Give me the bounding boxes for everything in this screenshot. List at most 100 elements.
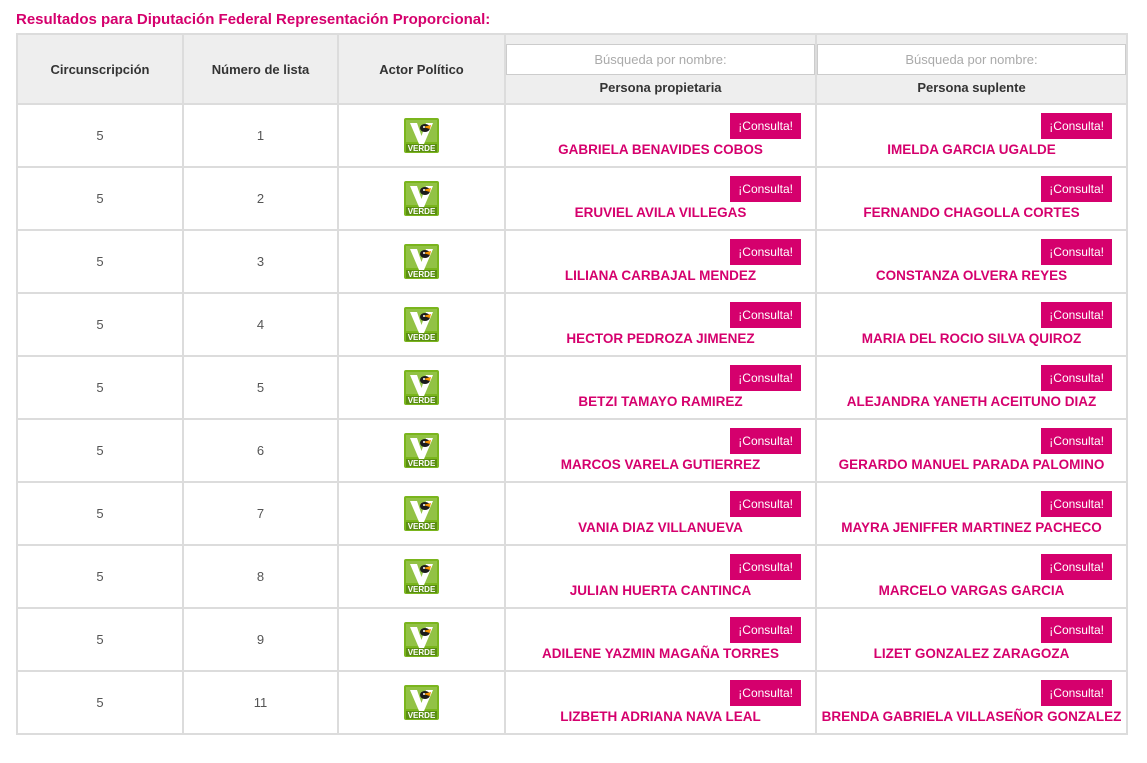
header-actor-politico[interactable]: Actor Político	[337, 33, 506, 105]
cell-circunscripcion: 5	[16, 418, 184, 483]
partido-verde-logo-icon: VERDE	[404, 622, 439, 657]
consulta-propietaria-button[interactable]: ¡Consulta!	[730, 302, 801, 328]
consulta-suplente-button[interactable]: ¡Consulta!	[1041, 428, 1112, 454]
search-suplente-input[interactable]	[817, 43, 1126, 75]
partido-verde-logo-icon: VERDE	[404, 496, 439, 531]
consulta-suplente-button[interactable]: ¡Consulta!	[1041, 302, 1112, 328]
cell-persona-propietaria: ¡Consulta! BETZI TAMAYO RAMIREZ	[504, 355, 817, 420]
consulta-propietaria-button[interactable]: ¡Consulta!	[730, 617, 801, 643]
search-propietaria-input[interactable]	[506, 43, 815, 75]
consulta-suplente-button[interactable]: ¡Consulta!	[1041, 554, 1112, 580]
cell-persona-propietaria: ¡Consulta! VANIA DIAZ VILLANUEVA	[504, 481, 817, 546]
persona-propietaria-name[interactable]: BETZI TAMAYO RAMIREZ	[506, 394, 815, 409]
cell-numero-lista: 9	[182, 607, 339, 672]
cell-persona-propietaria: ¡Consulta! GABRIELA BENAVIDES COBOS	[504, 103, 817, 168]
cell-persona-suplente: ¡Consulta! CONSTANZA OLVERA REYES	[815, 229, 1128, 294]
cell-persona-suplente: ¡Consulta! FERNANDO CHAGOLLA CORTES	[815, 166, 1128, 231]
partido-verde-logo-icon: VERDE	[404, 307, 439, 342]
header-persona-propietaria-label[interactable]: Persona propietaria	[506, 80, 815, 95]
persona-propietaria-name[interactable]: JULIAN HUERTA CANTINCA	[506, 583, 815, 598]
svg-text:VERDE: VERDE	[408, 522, 436, 531]
persona-propietaria-name[interactable]: LIZBETH ADRIANA NAVA LEAL	[506, 709, 815, 724]
header-persona-suplente-label[interactable]: Persona suplente	[817, 80, 1126, 95]
persona-suplente-name[interactable]: LIZET GONZALEZ ZARAGOZA	[817, 646, 1126, 661]
cell-circunscripcion: 5	[16, 670, 184, 735]
table-row: 5 4 VERDE ¡Consulta! HECTOR PEDROZA JIME…	[16, 292, 1128, 357]
persona-suplente-name[interactable]: MARCELO VARGAS GARCIA	[817, 583, 1126, 598]
persona-suplente-name[interactable]: GERARDO MANUEL PARADA PALOMINO	[817, 457, 1126, 472]
persona-propietaria-name[interactable]: HECTOR PEDROZA JIMENEZ	[506, 331, 815, 346]
cell-actor-politico: VERDE	[337, 670, 506, 735]
header-circunscripcion[interactable]: Circunscripción	[16, 33, 184, 105]
persona-suplente-name[interactable]: CONSTANZA OLVERA REYES	[817, 268, 1126, 283]
cell-persona-propietaria: ¡Consulta! ERUVIEL AVILA VILLEGAS	[504, 166, 817, 231]
svg-text:VERDE: VERDE	[408, 711, 436, 720]
consulta-propietaria-button[interactable]: ¡Consulta!	[730, 176, 801, 202]
consulta-propietaria-button[interactable]: ¡Consulta!	[730, 365, 801, 391]
cell-circunscripcion: 5	[16, 229, 184, 294]
partido-verde-logo-icon: VERDE	[404, 244, 439, 279]
cell-persona-propietaria: ¡Consulta! JULIAN HUERTA CANTINCA	[504, 544, 817, 609]
persona-suplente-name[interactable]: MARIA DEL ROCIO SILVA QUIROZ	[817, 331, 1126, 346]
consulta-suplente-button[interactable]: ¡Consulta!	[1041, 176, 1112, 202]
consulta-propietaria-button[interactable]: ¡Consulta!	[730, 239, 801, 265]
partido-verde-logo-icon: VERDE	[404, 433, 439, 468]
persona-suplente-name[interactable]: ALEJANDRA YANETH ACEITUNO DIAZ	[817, 394, 1126, 409]
table-row: 5 3 VERDE ¡Consulta! LILIANA CARBAJAL ME…	[16, 229, 1128, 294]
cell-persona-propietaria: ¡Consulta! MARCOS VARELA GUTIERREZ	[504, 418, 817, 483]
persona-propietaria-name[interactable]: ERUVIEL AVILA VILLEGAS	[506, 205, 815, 220]
cell-numero-lista: 3	[182, 229, 339, 294]
cell-actor-politico: VERDE	[337, 292, 506, 357]
cell-actor-politico: VERDE	[337, 481, 506, 546]
cell-actor-politico: VERDE	[337, 103, 506, 168]
partido-verde-logo-icon: VERDE	[404, 181, 439, 216]
cell-actor-politico: VERDE	[337, 166, 506, 231]
persona-suplente-name[interactable]: FERNANDO CHAGOLLA CORTES	[817, 205, 1126, 220]
cell-persona-suplente: ¡Consulta! LIZET GONZALEZ ZARAGOZA	[815, 607, 1128, 672]
consulta-suplente-button[interactable]: ¡Consulta!	[1041, 680, 1112, 706]
cell-numero-lista: 7	[182, 481, 339, 546]
cell-persona-propietaria: ¡Consulta! ADILENE YAZMIN MAGAÑA TORRES	[504, 607, 817, 672]
cell-actor-politico: VERDE	[337, 607, 506, 672]
svg-text:VERDE: VERDE	[408, 144, 436, 153]
partido-verde-logo-icon: VERDE	[404, 370, 439, 405]
consulta-suplente-button[interactable]: ¡Consulta!	[1041, 239, 1112, 265]
page-title: Resultados para Diputación Federal Repre…	[16, 11, 491, 28]
persona-suplente-name[interactable]: IMELDA GARCIA UGALDE	[817, 142, 1126, 157]
persona-propietaria-name[interactable]: VANIA DIAZ VILLANUEVA	[506, 520, 815, 535]
header-numero-lista[interactable]: Número de lista	[182, 33, 339, 105]
cell-circunscripcion: 5	[16, 103, 184, 168]
header-persona-suplente: Persona suplente	[815, 33, 1128, 105]
header-persona-propietaria: Persona propietaria	[504, 33, 817, 105]
cell-circunscripcion: 5	[16, 544, 184, 609]
table-row: 5 8 VERDE ¡Consulta! JULIAN HUERTA CANTI…	[16, 544, 1128, 609]
consulta-propietaria-button[interactable]: ¡Consulta!	[730, 491, 801, 517]
table-row: 5 6 VERDE ¡Consulta! MARCOS VARELA GUTIE…	[16, 418, 1128, 483]
persona-propietaria-name[interactable]: ADILENE YAZMIN MAGAÑA TORRES	[506, 646, 815, 661]
cell-persona-suplente: ¡Consulta! MAYRA JENIFFER MARTINEZ PACHE…	[815, 481, 1128, 546]
consulta-propietaria-button[interactable]: ¡Consulta!	[730, 113, 801, 139]
consulta-suplente-button[interactable]: ¡Consulta!	[1041, 491, 1112, 517]
results-page: Resultados para Diputación Federal Repre…	[0, 0, 1147, 763]
consulta-propietaria-button[interactable]: ¡Consulta!	[730, 680, 801, 706]
cell-circunscripcion: 5	[16, 481, 184, 546]
table-row: 5 7 VERDE ¡Consulta! VANIA DIAZ VILLANUE…	[16, 481, 1128, 546]
table-row: 5 9 VERDE ¡Consulta! ADILENE YAZMIN MAGA…	[16, 607, 1128, 672]
cell-persona-propietaria: ¡Consulta! LILIANA CARBAJAL MENDEZ	[504, 229, 817, 294]
cell-persona-suplente: ¡Consulta! BRENDA GABRIELA VILLASEÑOR GO…	[815, 670, 1128, 735]
persona-propietaria-name[interactable]: MARCOS VARELA GUTIERREZ	[506, 457, 815, 472]
table-row: 5 11 VERDE ¡Consulta! LIZBETH ADRIANA NA…	[16, 670, 1128, 735]
cell-actor-politico: VERDE	[337, 355, 506, 420]
cell-circunscripcion: 5	[16, 607, 184, 672]
consulta-suplente-button[interactable]: ¡Consulta!	[1041, 365, 1112, 391]
persona-suplente-name[interactable]: MAYRA JENIFFER MARTINEZ PACHECO	[817, 520, 1126, 535]
results-table: Circunscripción Número de lista Actor Po…	[16, 33, 1128, 735]
persona-propietaria-name[interactable]: LILIANA CARBAJAL MENDEZ	[506, 268, 815, 283]
consulta-propietaria-button[interactable]: ¡Consulta!	[730, 428, 801, 454]
persona-propietaria-name[interactable]: GABRIELA BENAVIDES COBOS	[506, 142, 815, 157]
cell-persona-suplente: ¡Consulta! MARIA DEL ROCIO SILVA QUIROZ	[815, 292, 1128, 357]
consulta-suplente-button[interactable]: ¡Consulta!	[1041, 617, 1112, 643]
consulta-propietaria-button[interactable]: ¡Consulta!	[730, 554, 801, 580]
persona-suplente-name[interactable]: BRENDA GABRIELA VILLASEÑOR GONZALEZ	[817, 709, 1126, 724]
consulta-suplente-button[interactable]: ¡Consulta!	[1041, 113, 1112, 139]
